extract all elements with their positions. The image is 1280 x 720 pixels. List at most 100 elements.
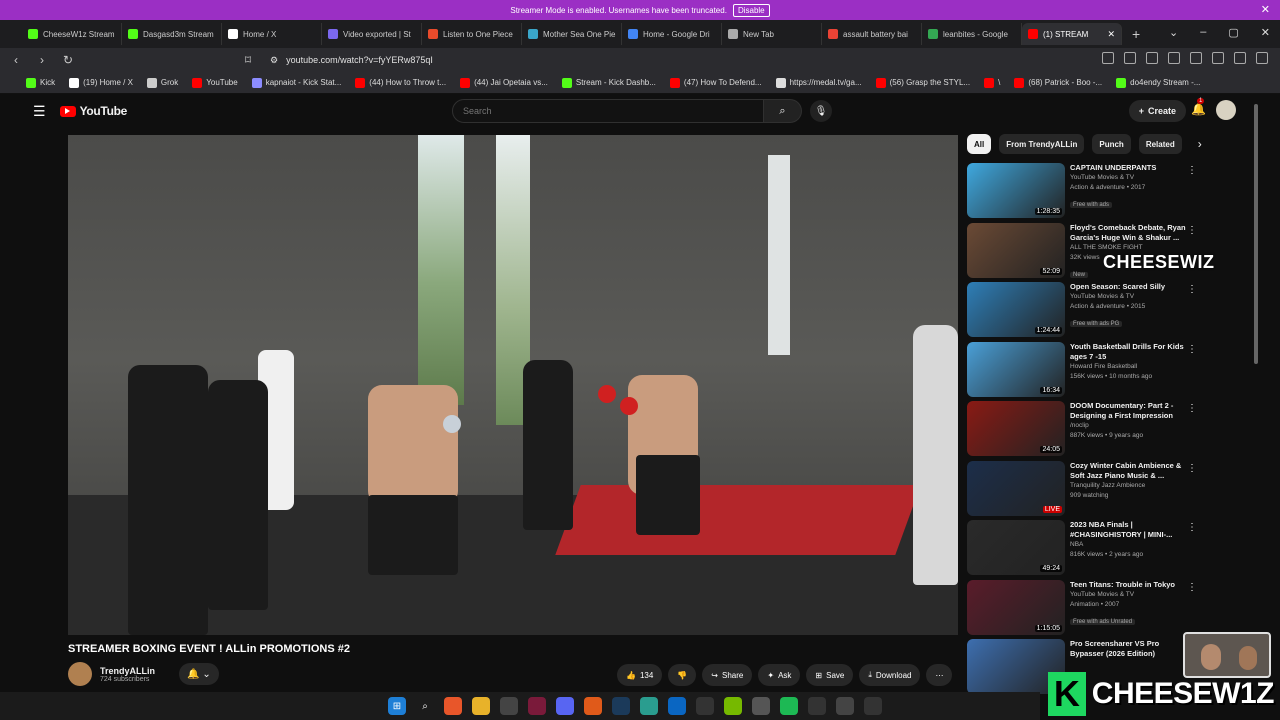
more-options-icon[interactable]: ⋮ xyxy=(1187,582,1197,593)
bookmark-item[interactable]: Stream - Kick Dashb... xyxy=(561,77,656,88)
banner-close-icon[interactable]: ✕ xyxy=(1261,3,1270,16)
recommendation-item[interactable]: 24:05 DOOM Documentary: Part 2 - Designin… xyxy=(967,401,1207,461)
recommendation-title[interactable]: Floyd's Comeback Debate, Ryan Garcia's H… xyxy=(1070,223,1195,243)
recommendation-title[interactable]: Youth Basketball Drills For Kids ages 7 … xyxy=(1070,342,1195,362)
address-bar[interactable]: ⚙ youtube.com/watch?v=fyYERw875qI xyxy=(270,50,970,70)
chip-punch[interactable]: Punch xyxy=(1092,134,1131,154)
more-options-icon[interactable]: ⋮ xyxy=(1187,463,1197,474)
scrollbar[interactable] xyxy=(1254,104,1258,364)
recommendation-title[interactable]: 2023 NBA Finals | #CHASINGHISTORY | MINI… xyxy=(1070,520,1195,540)
recommendation-title[interactable]: Open Season: Scared Silly xyxy=(1070,282,1195,292)
recommendation-item[interactable]: LIVE Cozy Winter Cabin Ambience & Soft Ja… xyxy=(967,460,1207,521)
maximize-icon[interactable]: ▢ xyxy=(1228,26,1238,39)
avatar[interactable] xyxy=(1216,100,1236,120)
bookmark-item[interactable]: YouTube xyxy=(192,77,238,88)
like-button[interactable]: 👍 134 xyxy=(617,664,663,686)
app-icon[interactable] xyxy=(864,697,882,715)
disable-button[interactable]: Disable xyxy=(732,3,770,17)
browser-tab[interactable]: assault battery bai xyxy=(822,23,922,45)
tab-search-icon[interactable]: ⌄ xyxy=(1169,26,1178,39)
app-icon[interactable] xyxy=(528,697,546,715)
menu-icon[interactable] xyxy=(1256,52,1268,64)
bookmark-icon[interactable]: ⌑ xyxy=(238,53,258,67)
recommendation-item[interactable]: 1:24:44 Open Season: Scared Silly YouTube … xyxy=(967,282,1207,342)
nvidia-icon[interactable] xyxy=(724,697,742,715)
recommendation-channel[interactable]: Howard Fire Basketball xyxy=(1070,362,1195,372)
bookmark-item[interactable]: (56) Grasp the STYL... xyxy=(875,77,970,88)
browser-tab-active[interactable]: (1) STREAM ✕ xyxy=(1022,23,1122,45)
more-options-icon[interactable]: ⋮ xyxy=(1187,284,1197,295)
bookmark-item[interactable]: Kick xyxy=(26,77,55,88)
more-options-icon[interactable]: ⋮ xyxy=(1187,225,1197,236)
recommendation-channel[interactable]: YouTube Movies & TV xyxy=(1070,173,1195,183)
chip-related[interactable]: Related xyxy=(1138,134,1182,154)
brave-browser-icon[interactable] xyxy=(444,697,462,715)
recommendation-title[interactable]: Teen Titans: Trouble in Tokyo xyxy=(1070,580,1195,590)
search-input[interactable] xyxy=(452,99,764,123)
browser-tab[interactable]: Video exported | St xyxy=(322,23,422,45)
app-icon[interactable] xyxy=(584,697,602,715)
share-button[interactable]: ↪ Share xyxy=(702,664,753,686)
more-options-icon[interactable]: ⋮ xyxy=(1187,403,1197,414)
ask-button[interactable]: ✦ Ask xyxy=(758,664,801,686)
video-player[interactable] xyxy=(68,135,958,635)
minimize-icon[interactable]: – xyxy=(1200,26,1206,39)
chip-all[interactable]: All xyxy=(967,134,992,154)
bookmark-item[interactable]: Grok xyxy=(146,77,178,88)
recommendation-title[interactable]: Pro Screensharer VS Pro Bypasser (2026 E… xyxy=(1070,639,1195,659)
more-options-icon[interactable]: ⋮ xyxy=(1187,344,1197,355)
close-window-icon[interactable]: ✕ xyxy=(1261,26,1270,39)
channel-avatar[interactable] xyxy=(68,662,92,686)
bookmark-item[interactable]: do4endy Stream -... xyxy=(1116,77,1200,88)
bookmark-item[interactable]: (68) Patrick - Boo -... xyxy=(1014,77,1102,88)
video-thumbnail[interactable]: 1:15:05 xyxy=(967,579,1065,635)
extension-icon[interactable] xyxy=(1168,52,1180,64)
reload-icon[interactable]: ↻ xyxy=(58,53,78,67)
discord-icon[interactable] xyxy=(556,697,574,715)
search-icon[interactable]: ⌕ xyxy=(764,99,802,123)
bookmark-item[interactable]: (19) Home / X xyxy=(69,77,133,88)
browser-tab[interactable]: Dasgasd3m Stream xyxy=(122,23,222,45)
bookmark-item[interactable]: kapnaiot - Kick Stat... xyxy=(251,77,341,88)
browser-tab[interactable]: New Tab xyxy=(722,23,822,45)
app-icon[interactable] xyxy=(640,697,658,715)
chip-from-channel[interactable]: From TrendyALLin xyxy=(999,134,1085,154)
forward-icon[interactable]: › xyxy=(32,53,52,67)
recommendation-item[interactable]: 1:28:35 CAPTAIN UNDERPANTS YouTube Movies … xyxy=(967,163,1207,223)
back-icon[interactable]: ‹ xyxy=(6,53,26,67)
browser-tab[interactable]: Mother Sea One Pie xyxy=(522,23,622,45)
video-thumbnail[interactable]: 49:24 xyxy=(967,520,1065,575)
download-button[interactable]: ⤓ Download xyxy=(859,664,921,686)
channel-name[interactable]: TrendyALLin xyxy=(100,666,155,676)
youtube-logo[interactable]: YouTube xyxy=(59,104,127,118)
extension-icon[interactable] xyxy=(1102,52,1114,64)
video-thumbnail[interactable]: 1:28:35 xyxy=(967,163,1065,218)
video-thumbnail[interactable]: LIVE xyxy=(967,460,1065,516)
video-thumbnail[interactable]: 24:05 xyxy=(967,401,1065,456)
app-icon[interactable] xyxy=(500,697,518,715)
search-icon[interactable]: ⌕ xyxy=(416,697,434,715)
app-icon[interactable] xyxy=(696,697,714,715)
dislike-button[interactable]: 👎 xyxy=(668,664,697,686)
notifications-icon[interactable]: 🔔 1 xyxy=(1191,98,1206,116)
bookmark-item[interactable]: \ xyxy=(984,77,1000,88)
browser-tab[interactable]: CheeseW1z Stream xyxy=(22,23,122,45)
browser-tab[interactable]: Home - Google Dri xyxy=(622,23,722,45)
browser-tab[interactable]: leanbites - Google xyxy=(922,23,1022,45)
app-icon[interactable] xyxy=(836,697,854,715)
recommendation-title[interactable]: Cozy Winter Cabin Ambience & Soft Jazz P… xyxy=(1070,461,1195,481)
video-thumbnail[interactable]: 16:34 xyxy=(967,341,1065,397)
menu-icon[interactable]: ☰ xyxy=(33,103,46,120)
bookmark-item[interactable]: (44) How to Throw t... xyxy=(355,77,446,88)
extension-icon[interactable] xyxy=(1124,52,1136,64)
chevron-right-icon[interactable]: › xyxy=(1198,137,1202,151)
recommendation-item[interactable]: 1:15:05 Teen Titans: Trouble in Tokyo YouT… xyxy=(967,579,1207,640)
recommendation-channel[interactable]: NBA xyxy=(1070,540,1195,550)
extension-icon[interactable] xyxy=(1190,52,1202,64)
subscription-bell-button[interactable]: 🔔 ⌄ xyxy=(179,663,220,685)
bookmark-item[interactable]: (44) Jai Opetaia vs... xyxy=(460,77,548,88)
video-thumbnail[interactable]: 52:09 xyxy=(967,222,1065,278)
recommendation-title[interactable]: DOOM Documentary: Part 2 - Designing a F… xyxy=(1070,401,1195,421)
more-actions-button[interactable]: ⋯ xyxy=(926,664,953,686)
app-icon[interactable] xyxy=(752,697,770,715)
